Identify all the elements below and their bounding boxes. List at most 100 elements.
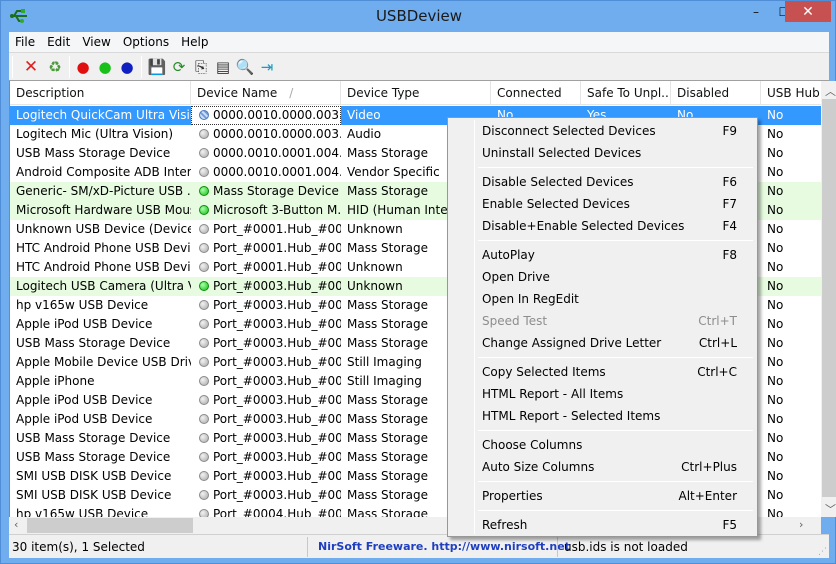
minimize-button[interactable]: – (741, 1, 771, 22)
context-menu-item-uninstall-selected-devices[interactable]: Uninstall Selected Devices (450, 142, 755, 164)
cell-device-name: Port_#0004.Hub_#0007 (191, 505, 341, 517)
context-menu-item-html-report-selected-items[interactable]: HTML Report - Selected Items (450, 405, 755, 427)
cell-text: No (767, 355, 784, 369)
context-menu-item-html-report-all-items[interactable]: HTML Report - All Items (450, 383, 755, 405)
cell-hub: No (761, 163, 821, 182)
cell-text: No (767, 279, 784, 293)
cell-device-name: Port_#0003.Hub_#0007 (191, 467, 341, 486)
context-menu-item-properties[interactable]: Properties Alt+Enter (450, 485, 755, 507)
context-menu-separator (478, 167, 753, 168)
menu-view[interactable]: View (76, 32, 116, 51)
cell-text: Port_#0001.Hub_#0008 (213, 241, 341, 255)
find-button[interactable]: 🔍 (235, 57, 255, 77)
properties-icon: ▤ (215, 58, 231, 76)
context-menu-item-open-drive[interactable]: Open Drive (450, 266, 755, 288)
context-menu-item-choose-columns[interactable]: Choose Columns (450, 434, 755, 456)
save-icon: 💾 (147, 58, 167, 76)
disconnect-button[interactable]: ✕ (21, 57, 41, 77)
title-bar[interactable]: USBDeview – ☐ ✕ (1, 1, 836, 32)
vertical-scrollbar[interactable]: ︿ ﹀ (821, 81, 836, 517)
cell-text: Mass Storage (347, 507, 428, 517)
nirsoft-link[interactable]: NirSoft Freeware. http://www.nirsoft.net (315, 535, 570, 559)
column-label: Connected (497, 86, 562, 100)
cell-text: Port_#0003.Hub_#0007 (213, 488, 341, 502)
context-menu-item-open-in-regedit[interactable]: Open In RegEdit (450, 288, 755, 310)
copy-button[interactable]: ⎘ (191, 57, 211, 77)
column-header-safe-to-unplug[interactable]: Safe To Unpl... (581, 81, 671, 105)
menu-item-shortcut: Ctrl+T (698, 314, 737, 328)
cell-text: No (767, 393, 784, 407)
column-label: Safe To Unpl... (587, 86, 671, 100)
cell-text: Mass Storage (347, 298, 428, 312)
column-header-device-name[interactable]: Device Name / (191, 81, 341, 105)
scroll-right-icon[interactable]: › (799, 518, 803, 531)
cell-description: Apple iPod USB Device (10, 410, 191, 429)
column-header-connected[interactable]: Connected (491, 81, 581, 105)
menu-edit[interactable]: Edit (41, 32, 76, 51)
cell-text: Apple Mobile Device USB Driver (16, 355, 191, 369)
menu-item-label: Open In RegEdit (482, 292, 579, 306)
cell-text: No (767, 222, 784, 236)
context-menu-item-disable-enable-selected-devices[interactable]: Disable+Enable Selected Devices F4 (450, 215, 755, 237)
column-header-device-type[interactable]: Device Type (341, 81, 491, 105)
cell-text: Apple iPhone (16, 374, 95, 388)
cell-text: Port_#0001.Hub_#0009 (213, 260, 341, 274)
cell-text: No (767, 298, 784, 312)
toolbar-separator (12, 56, 13, 78)
context-menu-item-change-assigned-drive-letter[interactable]: Change Assigned Drive Letter Ctrl+L (450, 332, 755, 354)
context-menu-item-disable-selected-devices[interactable]: Disable Selected Devices F6 (450, 171, 755, 193)
properties-button[interactable]: ▤ (213, 57, 233, 77)
cell-text: No (767, 108, 784, 122)
scroll-up-icon[interactable]: ︿ (825, 83, 836, 99)
cell-description: hp v165w USB Device (10, 296, 191, 315)
context-menu-item-autoplay[interactable]: AutoPlay F8 (450, 244, 755, 266)
cell-text: Apple iPod USB Device (16, 412, 153, 426)
context-menu-item-enable-selected-devices[interactable]: Enable Selected Devices F7 (450, 193, 755, 215)
scroll-down-icon[interactable]: ﹀ (825, 501, 836, 517)
status-gray-dot-icon (199, 262, 209, 272)
column-label: USB Hub (767, 86, 820, 100)
context-menu-item-copy-selected-items[interactable]: Copy Selected Items Ctrl+C (450, 361, 755, 383)
resize-grip-icon[interactable]: ⋰ (818, 547, 827, 557)
cell-description: HTC Android Phone USB Devi... (10, 239, 191, 258)
cell-device-name: Port_#0003.Hub_#0007 (191, 353, 341, 372)
close-button[interactable]: ✕ (785, 1, 831, 22)
refresh-icon: ⟳ (172, 58, 186, 76)
horizontal-scroll-thumb[interactable] (27, 518, 193, 533)
save-button[interactable]: 💾 (147, 57, 167, 77)
disable-red-dot-button[interactable]: ● (73, 57, 93, 77)
status-gray-dot-icon (199, 490, 209, 500)
status-blue-dot-icon (199, 110, 209, 120)
menu-help[interactable]: Help (175, 32, 214, 51)
menu-bar: File Edit View Options Help (9, 32, 829, 53)
disable-enable-blue-dot-button[interactable]: ● (117, 57, 137, 77)
uninstall-recycle-button[interactable]: ♻ (45, 57, 65, 77)
menu-options[interactable]: Options (117, 32, 175, 51)
cell-hub: No (761, 182, 821, 201)
scroll-left-icon[interactable]: ‹ (14, 518, 18, 531)
column-header-usb-hub[interactable]: USB Hub (761, 81, 821, 105)
cell-hub: No (761, 486, 821, 505)
cell-text: Apple iPod USB Device (16, 393, 153, 407)
cell-text: Mass Storage (347, 241, 428, 255)
cell-hub: No (761, 296, 821, 315)
vertical-scroll-thumb[interactable] (822, 99, 836, 497)
exit-button[interactable]: ⇥ (257, 57, 277, 77)
column-header-description[interactable]: Description (10, 81, 191, 105)
context-menu-item-refresh[interactable]: Refresh F5 (450, 514, 755, 536)
menu-item-label: Auto Size Columns (482, 460, 595, 474)
context-menu-item-disconnect-selected-devices[interactable]: Disconnect Selected Devices F9 (450, 120, 755, 142)
cell-text: No (767, 488, 784, 502)
status-gray-dot-icon (199, 452, 209, 462)
cell-text: Video (347, 108, 381, 122)
status-green-dot-icon (199, 186, 209, 196)
column-header-disabled[interactable]: Disabled (671, 81, 761, 105)
exit-icon: ⇥ (260, 58, 274, 76)
context-menu-item-auto-size-columns[interactable]: Auto Size Columns Ctrl+Plus (450, 456, 755, 478)
cell-text: USB Mass Storage Device (16, 146, 171, 160)
refresh-button[interactable]: ⟳ (169, 57, 189, 77)
menu-file[interactable]: File (9, 32, 41, 51)
enable-green-dot-button[interactable]: ● (95, 57, 115, 77)
cell-text: Logitech USB Camera (Ultra Vi... (16, 279, 191, 293)
status-gray-dot-icon (199, 300, 209, 310)
